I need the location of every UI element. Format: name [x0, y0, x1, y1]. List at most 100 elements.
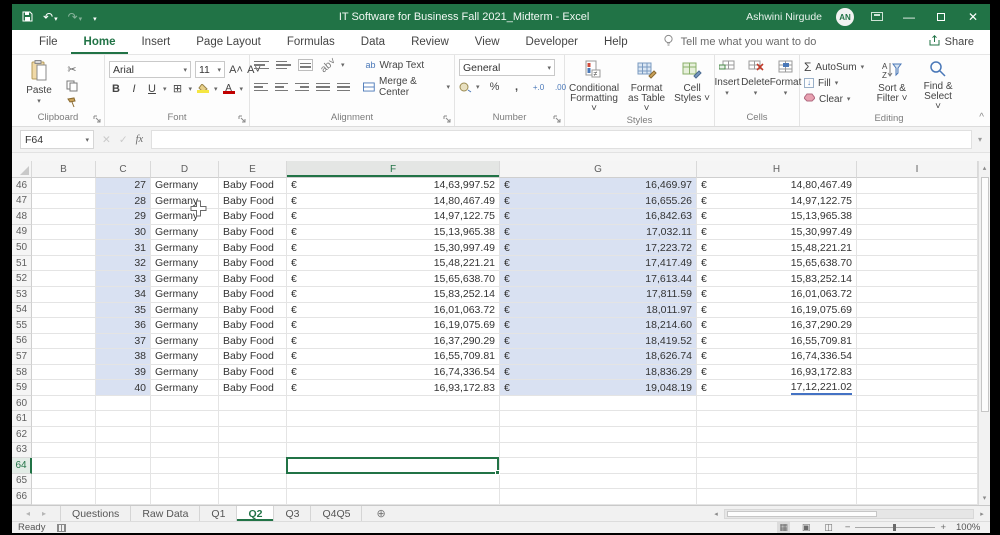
insert-function-icon[interactable]: fx [136, 134, 144, 145]
hscroll-left-icon[interactable]: ◂ [708, 510, 724, 518]
tab-page-layout[interactable]: Page Layout [183, 30, 274, 54]
cell[interactable] [857, 411, 978, 427]
cell[interactable]: 34 [96, 286, 151, 303]
column-header-f[interactable]: F [287, 161, 500, 178]
format-cells-button[interactable]: Format ▾ [770, 59, 801, 97]
cell[interactable]: €16,55,709.81 [697, 333, 857, 350]
cell[interactable] [697, 411, 857, 427]
cell[interactable] [857, 318, 978, 334]
cell[interactable] [32, 427, 96, 443]
cell[interactable] [219, 395, 287, 412]
cell[interactable]: 31 [96, 240, 151, 256]
cell[interactable]: Germany [151, 302, 219, 319]
cell[interactable] [219, 458, 287, 474]
cell[interactable]: Baby Food [219, 178, 287, 194]
cell[interactable] [32, 458, 96, 474]
row-header-54[interactable]: 54 [12, 302, 32, 319]
zoom-out-icon[interactable]: − [845, 522, 851, 533]
align-left-icon[interactable] [254, 81, 268, 93]
tab-help[interactable]: Help [591, 30, 641, 54]
row-header-46[interactable]: 46 [12, 178, 32, 194]
cell[interactable]: €15,13,965.38 [697, 209, 857, 225]
zoom-slider-thumb[interactable] [893, 524, 897, 531]
cell[interactable]: Baby Food [219, 364, 287, 381]
fill-handle[interactable] [495, 469, 500, 475]
cell[interactable]: 29 [96, 209, 151, 225]
cell[interactable]: 28 [96, 193, 151, 210]
cell[interactable] [32, 473, 96, 490]
cell[interactable]: Germany [151, 333, 219, 350]
cell[interactable] [500, 458, 697, 474]
alignment-dialog-launcher[interactable] [443, 115, 452, 124]
cell[interactable]: €16,74,336.54 [697, 349, 857, 365]
wrap-text-button[interactable]: ab Wrap Text [365, 60, 424, 71]
cell[interactable] [697, 442, 857, 459]
italic-button[interactable]: I [127, 83, 141, 95]
row-header-48[interactable]: 48 [12, 209, 32, 225]
cell[interactable]: Baby Food [219, 286, 287, 303]
name-box[interactable]: F64 ▾ [20, 130, 94, 149]
row-header-47[interactable]: 47 [12, 193, 32, 210]
cell[interactable] [96, 427, 151, 443]
row-header-52[interactable]: 52 [12, 271, 32, 287]
cell[interactable]: €14,80,467.49 [697, 178, 857, 194]
cell[interactable]: €15,83,252.14 [697, 271, 857, 287]
clear-button[interactable]: Clear ▾ [803, 92, 864, 106]
column-header-e[interactable]: E [219, 161, 287, 178]
font-name-select[interactable]: Arial ▾ [109, 61, 191, 78]
row-header-62[interactable]: 62 [12, 427, 32, 443]
cell[interactable] [32, 489, 96, 505]
cell[interactable] [32, 333, 96, 350]
fill-color-dropdown[interactable]: ▾ [214, 85, 218, 93]
row-header-65[interactable]: 65 [12, 473, 32, 490]
cell[interactable] [857, 224, 978, 241]
cut-icon[interactable]: ✂ [64, 62, 80, 76]
increase-indent-icon[interactable] [336, 81, 351, 93]
cell[interactable] [500, 489, 697, 505]
redo-button[interactable]: ↷▾ [68, 11, 83, 23]
cell[interactable] [96, 489, 151, 505]
cell[interactable] [32, 395, 96, 412]
cell[interactable] [500, 473, 697, 490]
cell[interactable]: €16,37,290.29 [287, 333, 500, 350]
cell[interactable]: €16,19,075.69 [697, 302, 857, 319]
cell[interactable] [857, 380, 978, 396]
cell[interactable] [96, 458, 151, 474]
share-button[interactable]: Share [929, 34, 974, 49]
cell[interactable] [500, 411, 697, 427]
cell[interactable]: Baby Food [219, 255, 287, 272]
row-header-66[interactable]: 66 [12, 489, 32, 505]
cell[interactable]: Germany [151, 271, 219, 287]
cell[interactable]: €16,469.97 [500, 178, 697, 194]
cell[interactable]: €16,01,063.72 [697, 286, 857, 303]
cell[interactable]: 37 [96, 333, 151, 350]
cell[interactable]: €14,80,467.49 [287, 193, 500, 210]
page-layout-view-icon[interactable]: ▣ [800, 522, 813, 533]
sort-filter-button[interactable]: AZ Sort & Filter ˅ [874, 59, 910, 104]
cancel-icon[interactable]: ✕ [102, 134, 111, 146]
font-size-select[interactable]: 11 ▾ [195, 61, 225, 78]
sheet-tab-q3[interactable]: Q3 [274, 506, 312, 521]
fill-color-icon[interactable] [196, 84, 210, 93]
tab-file[interactable]: File [26, 30, 71, 54]
cell[interactable]: €19,048.19 [500, 380, 697, 396]
cell[interactable]: €15,65,638.70 [287, 271, 500, 287]
align-top-icon[interactable] [254, 59, 269, 71]
sheet-tab-q4q5[interactable]: Q4Q5 [311, 506, 363, 521]
tab-review[interactable]: Review [398, 30, 462, 54]
number-format-select[interactable]: General ▾ [459, 59, 555, 76]
enter-icon[interactable]: ✓ [119, 134, 128, 146]
cell[interactable] [32, 271, 96, 287]
cell[interactable] [857, 209, 978, 225]
cell[interactable] [500, 395, 697, 412]
row-header-58[interactable]: 58 [12, 364, 32, 381]
insert-cells-button[interactable]: Insert ▾ [715, 59, 740, 97]
row-header-56[interactable]: 56 [12, 333, 32, 350]
accounting-format-icon[interactable]: ▾ [459, 82, 480, 93]
cell[interactable]: €17,613.44 [500, 271, 697, 287]
cell[interactable]: 35 [96, 302, 151, 319]
cell[interactable] [857, 395, 978, 412]
avatar[interactable]: AN [836, 8, 854, 26]
row-header-63[interactable]: 63 [12, 442, 32, 459]
font-dialog-launcher[interactable] [238, 115, 247, 124]
